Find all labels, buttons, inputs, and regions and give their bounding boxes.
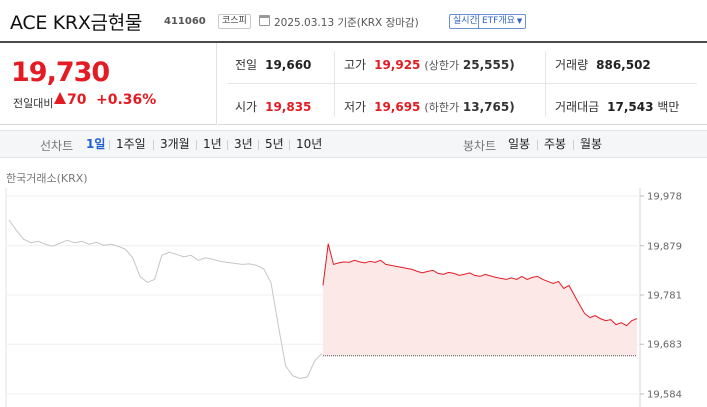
amount-unit: 백만	[657, 100, 680, 114]
candle-chart-label: 봉차트	[463, 139, 497, 153]
period-separator	[153, 140, 154, 150]
period-5y-button[interactable]: 5년	[261, 136, 288, 152]
lower-limit-value: 13,765)	[462, 100, 515, 114]
volume-label: 거래량	[555, 58, 589, 72]
price-chart[interactable]: 19,978 19,879 19,781 19,683 19,584	[0, 188, 707, 407]
previous-session-line	[8, 219, 323, 379]
y-tick-label: 19,879	[647, 241, 682, 252]
etf-overview-button[interactable]: ETF개요 ▼	[478, 14, 527, 29]
stock-header: ACE KRX금현물 411060 코스피 2025.03.13 기준(KRX …	[0, 0, 707, 44]
daily-candle-button[interactable]: 일봉	[504, 136, 534, 152]
line-chart-label: 선차트	[40, 139, 74, 153]
amount-value: 17,543	[607, 100, 654, 114]
open-stat: 시가 19,835	[235, 98, 311, 115]
today-area-fill	[323, 243, 637, 356]
high-value: 19,925	[374, 58, 421, 72]
stats-column-divider	[334, 51, 335, 117]
price-chart-svg: 19,978 19,879 19,781 19,683 19,584	[5, 188, 682, 407]
change-label: 전일대비	[13, 97, 54, 110]
high-stat: 고가 19,925 (상한가 25,555)	[344, 56, 515, 73]
volume-stat: 거래량 886,502	[555, 56, 651, 73]
stock-code: 411060	[164, 16, 206, 27]
upper-limit-value: 25,555)	[462, 58, 515, 72]
period-separator	[196, 140, 197, 150]
up-arrow-icon	[54, 92, 66, 104]
y-tick-label: 19,683	[647, 340, 682, 351]
amount-label: 거래대금	[555, 100, 600, 114]
realtime-button[interactable]: 실시간	[449, 14, 482, 29]
period-separator	[289, 140, 290, 150]
period-separator	[258, 140, 259, 150]
period-separator	[537, 140, 538, 150]
amount-stat: 거래대금 17,543 백만	[555, 98, 679, 115]
prev-close-stat: 전일 19,660	[235, 56, 311, 73]
date-basis: 2025.03.13 기준(KRX 장마감)	[274, 17, 419, 29]
period-separator	[573, 140, 574, 150]
period-10y-button[interactable]: 10년	[292, 136, 326, 152]
upper-limit-label: (상한가	[424, 59, 460, 72]
change-percent: +0.36%	[96, 92, 157, 108]
y-tick-label: 19,978	[647, 192, 682, 203]
chevron-down-icon: ▼	[516, 17, 523, 25]
current-price: 19,730	[11, 57, 110, 88]
open-value: 19,835	[265, 100, 312, 114]
calendar-icon	[259, 15, 270, 26]
low-stat: 저가 19,695 (하한가 13,765)	[344, 98, 515, 115]
etf-overview-label: ETF개요	[482, 16, 515, 26]
chart-period-bar: 선차트 1일 1주일 3개월 1년 3년 5년 10년 봉차트 일봉 주봉 월봉	[0, 130, 707, 158]
prev-close-label: 전일	[235, 58, 258, 72]
period-1w-button[interactable]: 1주일	[112, 136, 150, 152]
stock-name: ACE KRX금현물	[10, 12, 143, 34]
period-1y-button[interactable]: 1년	[199, 136, 226, 152]
monthly-candle-button[interactable]: 월봉	[576, 136, 606, 152]
market-badge: 코스피	[218, 14, 251, 29]
volume-value: 886,502	[596, 58, 651, 72]
open-label: 시가	[235, 100, 258, 114]
y-tick-label: 19,584	[647, 390, 682, 401]
high-label: 고가	[344, 58, 367, 72]
low-value: 19,695	[374, 100, 421, 114]
period-separator	[227, 140, 228, 150]
period-3m-button[interactable]: 3개월	[156, 136, 194, 152]
change-value: 70	[67, 92, 87, 108]
prev-close-value: 19,660	[265, 58, 312, 72]
exchange-label: 한국거래소(KRX)	[6, 172, 88, 185]
price-stats: 전일 19,660 고가 19,925 (상한가 25,555) 거래량 886,502…	[218, 43, 707, 125]
period-1d-button[interactable]: 1일	[82, 136, 109, 152]
y-tick-label: 19,781	[647, 291, 682, 302]
period-separator	[109, 140, 110, 150]
stats-column-divider	[545, 51, 546, 117]
weekly-candle-button[interactable]: 주봉	[540, 136, 570, 152]
stats-divider	[228, 83, 697, 84]
price-summary: 19,730 전일대비 70 +0.36%	[0, 43, 217, 125]
period-3y-button[interactable]: 3년	[230, 136, 257, 152]
lower-limit-label: (하한가	[424, 101, 460, 114]
low-label: 저가	[344, 100, 367, 114]
